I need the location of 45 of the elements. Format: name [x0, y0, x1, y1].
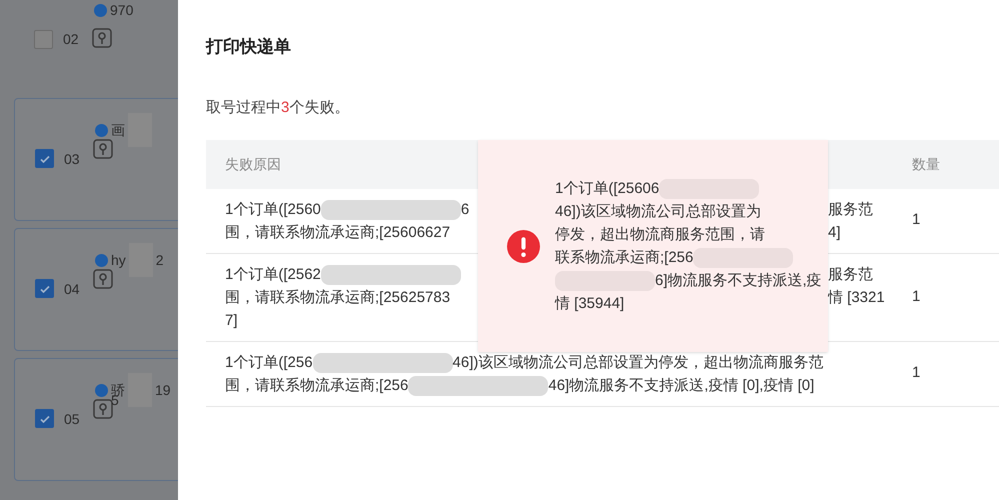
text-fragment: 围，请联系物流承运商;[25606627: [225, 222, 450, 242]
text-fragment: 停发，超出物流商服务范围，请: [555, 225, 765, 245]
text-fragment: 围，请联系物流承运商;[256: [225, 376, 408, 396]
text-fragment: 4]: [828, 222, 841, 242]
order-number: 03: [64, 150, 80, 169]
text-fragment: 6: [460, 200, 470, 220]
text-fragment: 970: [110, 2, 134, 18]
quantity-cell-text: 1: [911, 286, 920, 307]
text-fragment: 1个订单([256: [225, 352, 313, 372]
column-header: 失败原因: [224, 154, 282, 174]
text-fragment: 1个订单([2562: [225, 264, 321, 284]
text-fragment: 画: [111, 122, 125, 138]
order-number: 02: [63, 30, 79, 49]
text-fragment: 46]物流服务不支持派送,疫情 [0],疫情 [0]: [548, 376, 814, 396]
order-number: 04: [64, 280, 80, 299]
checkbox[interactable]: [35, 149, 54, 168]
text-fragment: 46])该区域物流公司总部设置为: [555, 202, 761, 222]
summary-text: 取号过程中3个失败。: [206, 98, 350, 118]
key-icon: [93, 399, 113, 419]
text-fragment: 1个订单([2560: [225, 200, 321, 220]
text-fragment: hy: [111, 252, 126, 268]
checkbox[interactable]: [35, 409, 54, 428]
text-fragment: 46])该区域物流公司总部设置为停发，超出物流商服务范: [452, 352, 824, 372]
text-fragment: 19: [155, 382, 171, 398]
checkbox[interactable]: [35, 279, 54, 298]
text-fragment: 联系物流承运商;[256: [555, 248, 694, 268]
key-icon: [92, 28, 112, 48]
column-header: 数量: [911, 154, 940, 174]
quantity-cell-text: 1: [911, 363, 920, 384]
error-icon: [507, 230, 540, 262]
text-fragment: 7]: [225, 310, 238, 330]
text-fragment: 情 [35944]: [555, 294, 624, 314]
text-fragment: 围，请联系物流承运商;[25625783: [225, 288, 450, 308]
dialog-title: 打印快递单: [206, 36, 292, 58]
text-fragment: 2: [156, 252, 164, 268]
key-icon: [93, 269, 113, 289]
checkbox[interactable]: [34, 30, 53, 49]
text-fragment: 服务范: [828, 264, 873, 284]
key-icon: [93, 139, 113, 159]
quantity-cell-text: 1: [911, 210, 920, 230]
text-fragment: 1个订单([25606: [555, 179, 660, 199]
text-fragment: 情 [3321: [828, 288, 885, 308]
text-fragment: 服务范: [828, 200, 873, 220]
order-number: 05: [64, 410, 80, 429]
text-fragment: 6]物流服务不支持派送,疫: [655, 271, 822, 291]
